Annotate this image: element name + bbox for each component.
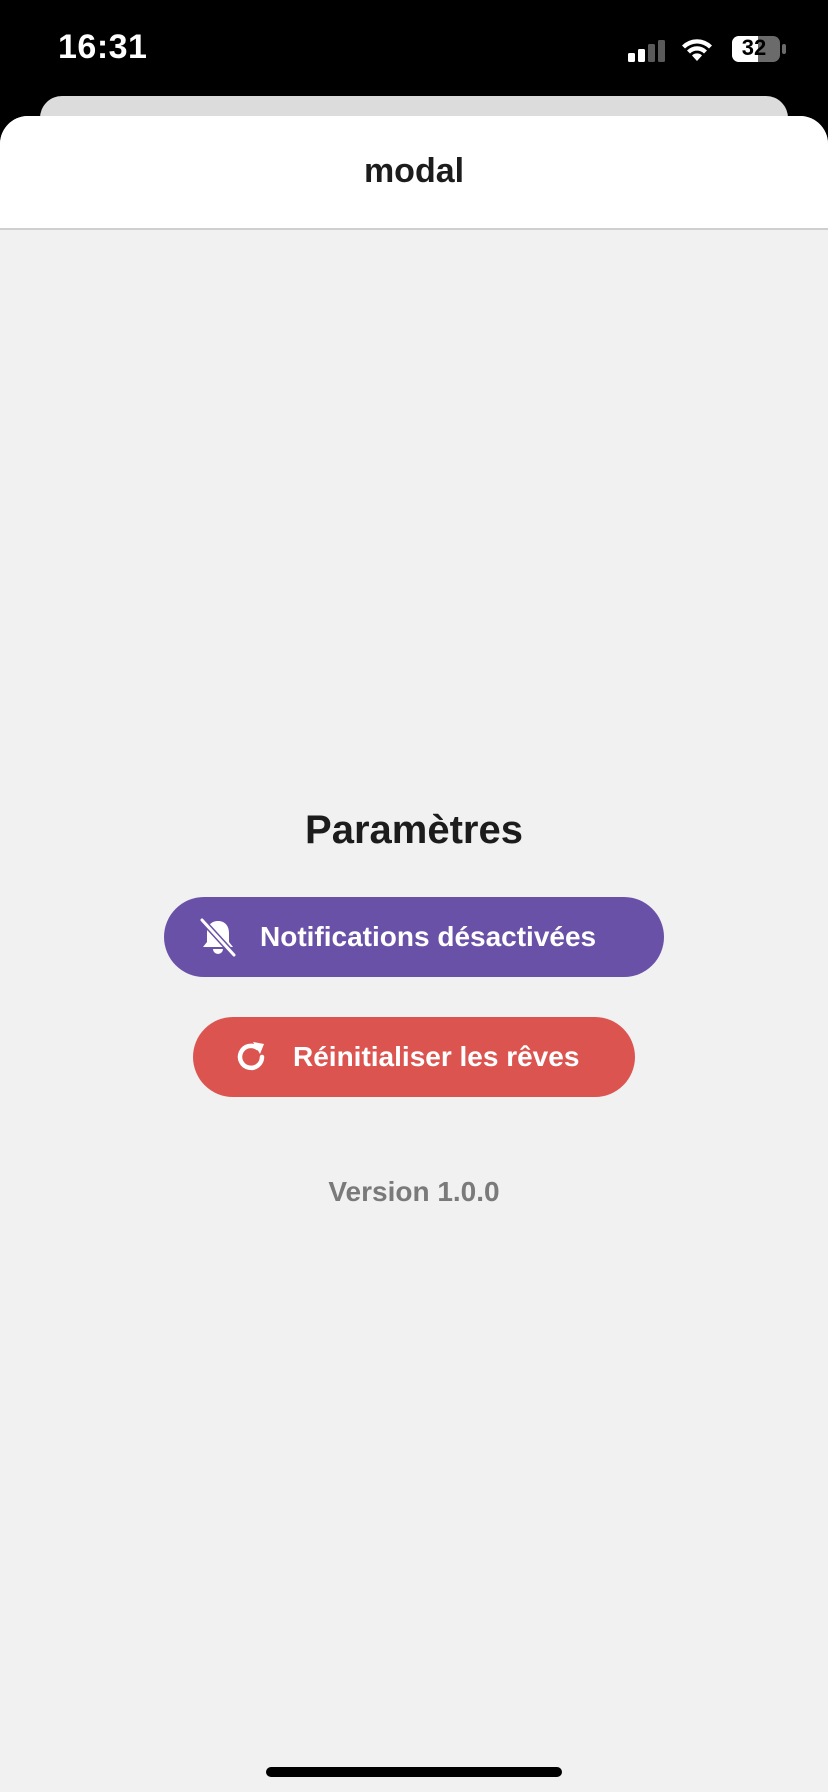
notifications-toggle-label: Notifications désactivées <box>260 921 597 952</box>
refresh-icon <box>229 1035 273 1079</box>
app-version: Version 1.0.0 <box>328 1176 500 1207</box>
status-time: 16:31 <box>58 28 148 66</box>
modal-header: modal <box>0 116 828 230</box>
home-indicator[interactable] <box>266 1767 562 1777</box>
status-icons: 32 <box>628 34 798 66</box>
modal-title: modal <box>363 152 465 190</box>
bell-slash-icon <box>196 915 240 959</box>
modal-sheet: modal Paramètres Notifications désactivé… <box>0 116 828 1792</box>
status-bar: 16:31 32 <box>0 0 828 96</box>
notifications-toggle-button[interactable]: Notifications désactivées <box>164 897 664 977</box>
reset-dreams-label: Réinitialiser les rêves <box>293 1041 580 1072</box>
settings-heading: Paramètres <box>305 808 523 852</box>
reset-dreams-button[interactable]: Réinitialiser les rêves <box>193 1017 635 1097</box>
app-screen: 16:31 32 modal Paramètres Notifications … <box>0 0 828 1792</box>
battery-level: 32 <box>741 35 767 60</box>
